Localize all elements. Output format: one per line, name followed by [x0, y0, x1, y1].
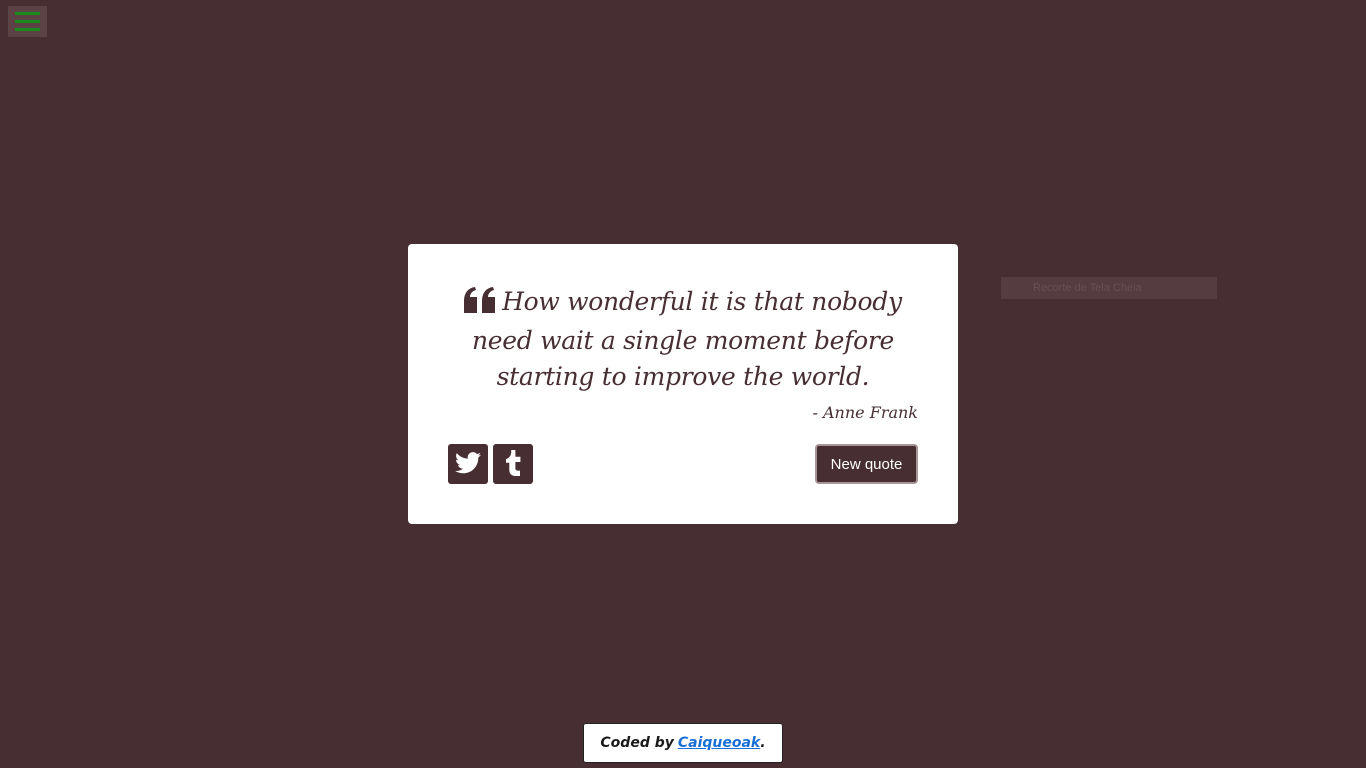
quote-actions: New quote — [448, 444, 918, 484]
footer-suffix: . — [760, 735, 766, 751]
author-link[interactable]: Caiqueoak — [678, 735, 760, 751]
tumblr-icon — [505, 449, 521, 479]
quote-author: - Anne Frank — [812, 403, 919, 422]
tumblr-share-button[interactable] — [493, 444, 533, 484]
menu-button[interactable] — [8, 6, 47, 37]
footer-prefix: Coded by — [600, 735, 674, 751]
hamburger-icon-bar-middle — [15, 20, 40, 23]
quote-block: How wonderful it is that nobody need wai… — [448, 284, 918, 395]
new-quote-button[interactable]: New quote — [815, 444, 918, 484]
screen-capture-overlay-label: Recorte de Tela Cheia — [1001, 277, 1217, 299]
hamburger-icon-bar-top — [15, 12, 40, 15]
hamburger-icon-bar-bottom — [15, 28, 40, 31]
quote-card: How wonderful it is that nobody need wai… — [408, 244, 958, 524]
quote-text: How wonderful it is that nobody need wai… — [471, 287, 902, 391]
twitter-icon — [455, 451, 481, 477]
tweet-quote-button[interactable] — [448, 444, 488, 484]
footer-credit: Coded by Caiqueoak . — [583, 723, 783, 763]
quote-left-icon — [464, 287, 496, 323]
